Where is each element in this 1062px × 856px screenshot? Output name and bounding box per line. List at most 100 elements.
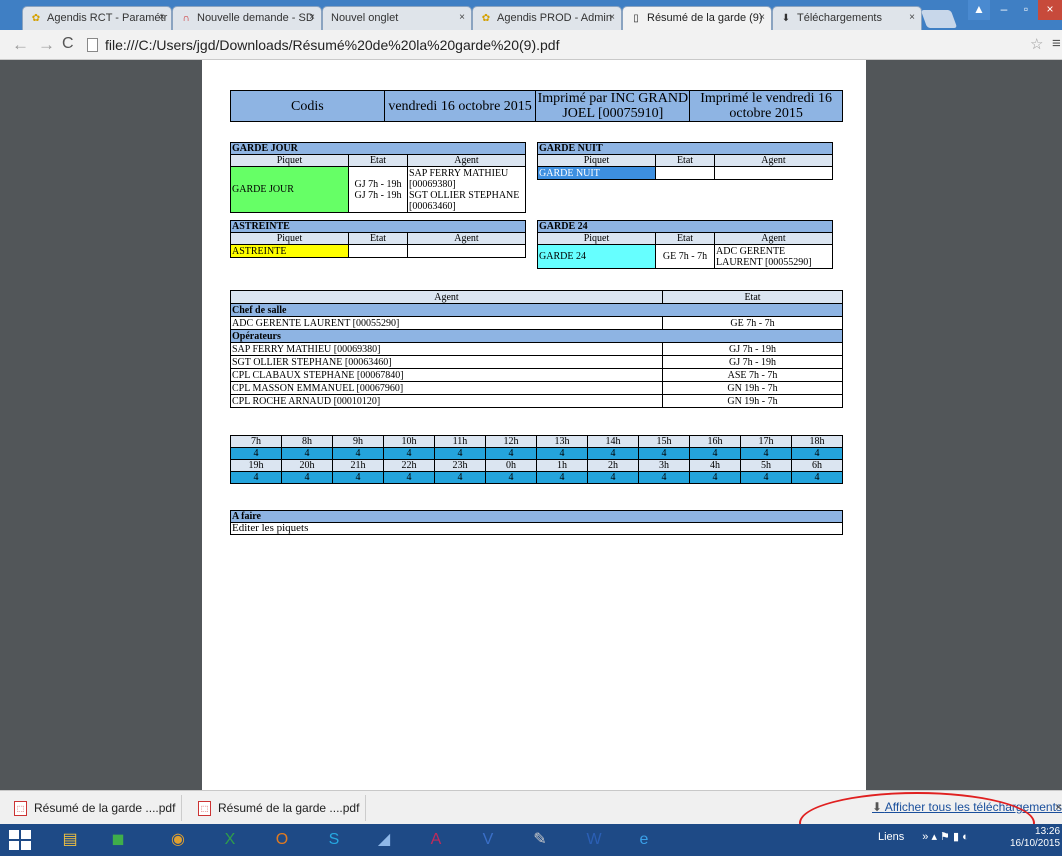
table-row: CPL MASSON EMMANUEL [00067960] GN 19h - 7… (230, 381, 843, 395)
printed-on: Imprimé le vendredi 16 octobre 2015 (689, 90, 843, 122)
agent-name: CPL CLABAUX STEPHANE [00067840] (230, 368, 663, 382)
tool-icon[interactable]: ✎ (522, 826, 558, 854)
col-header: Etat (655, 232, 715, 245)
agent-name: SGT OLLIER STEPHANE [00063460] (409, 189, 520, 212)
hour-cell: 11h (434, 435, 486, 448)
site-name: Codis (230, 90, 385, 122)
count-cell: 4 (332, 447, 384, 460)
close-icon[interactable]: × (909, 12, 915, 23)
user-icon[interactable]: ▲ (968, 0, 990, 20)
maximize-icon[interactable]: ▫ (1016, 0, 1036, 20)
garde-24-table: GARDE 24 Piquet Etat Agent GARDE 24 GE 7h -… (537, 220, 833, 269)
visio-icon[interactable]: V (470, 826, 506, 854)
count-cell: 4 (740, 447, 792, 460)
close-icon[interactable]: × (159, 12, 165, 23)
close-window-icon[interactable]: × (1038, 0, 1062, 20)
menu-icon[interactable]: ≡ (1052, 35, 1061, 52)
hours-table: 7h 8h 9h 10h 11h 12h 13h 14h 15h 16h 17h 18h 444444… (230, 435, 843, 484)
etat-value: GE 7h - 7h (662, 316, 843, 330)
agent-name: ADC GERENTE LAURENT [00055290] (714, 244, 833, 269)
hour-cell: 1h (536, 459, 588, 472)
hour-cell: 13h (536, 435, 588, 448)
tab-agendis-prod[interactable]: ✿ Agendis PROD - Admin × (472, 6, 622, 30)
minimize-icon[interactable]: – (992, 0, 1016, 20)
agendis-icon: ✿ (481, 13, 491, 24)
count-cell: 4 (638, 447, 690, 460)
count-cell: 4 (230, 447, 282, 460)
count-cell: 4 (434, 447, 486, 460)
chrome-icon[interactable]: ◉ (160, 826, 196, 854)
count-cell: 4 (791, 471, 843, 484)
download-item[interactable]: ⬚ Résumé de la garde ....pdf (6, 795, 182, 821)
browser-toolbar: ← → C file:///C:/Users/jgd/Downloads/Rés… (0, 30, 1062, 60)
close-icon[interactable]: × (309, 12, 315, 23)
etat-value: GN 19h - 7h (662, 381, 843, 395)
etat-value: GJ 7h - 19h (662, 342, 843, 356)
clock[interactable]: 13:26 16/10/2015 (1010, 826, 1060, 850)
count-cell: 4 (383, 447, 435, 460)
count-cell: 4 (230, 471, 282, 484)
windows-start-icon[interactable] (9, 830, 31, 850)
tab-resume-garde[interactable]: ▯ Résumé de la garde (9) × (622, 6, 772, 30)
internet-explorer-icon[interactable]: e (626, 826, 662, 854)
close-icon[interactable]: × (459, 12, 465, 23)
reload-icon[interactable]: C (62, 35, 74, 53)
new-tab-button[interactable] (920, 10, 958, 28)
tab-agendis-rct[interactable]: ✿ Agendis RCT - Paramétr × (22, 6, 172, 30)
printed-by: Imprimé par INC GRAND JOEL [00075910] (535, 90, 691, 122)
hour-cell: 8h (281, 435, 333, 448)
agent-name: CPL MASSON EMMANUEL [00067960] (230, 381, 663, 395)
etat-value: ASE 7h - 7h (662, 368, 843, 382)
page-icon (87, 38, 98, 52)
pdf-icon: ⬚ (14, 801, 27, 816)
tab-telechargements[interactable]: ⬇ Téléchargements × (772, 6, 922, 30)
tab-nouvelle-demande[interactable]: ∩ Nouvelle demande - SD × (172, 6, 322, 30)
hour-cell: 9h (332, 435, 384, 448)
network-app-icon[interactable]: ◢ (366, 826, 402, 854)
skype-icon[interactable]: S (316, 826, 352, 854)
store-icon[interactable]: ◼ (100, 826, 136, 854)
download-item[interactable]: ⬚ Résumé de la garde ....pdf (190, 795, 366, 821)
section-title: GARDE NUIT (537, 142, 833, 155)
etat-value: GE 7h - 7h (655, 244, 715, 269)
etat-value: GJ 7h - 19h (354, 189, 402, 201)
piquet-cell: GARDE 24 (537, 244, 656, 269)
back-icon[interactable]: ← (12, 35, 29, 55)
close-icon[interactable]: × (759, 12, 765, 23)
hour-cell: 6h (791, 459, 843, 472)
tray-links-label[interactable]: Liens (878, 831, 904, 843)
tab-nouvel-onglet[interactable]: Nouvel onglet × (322, 6, 472, 30)
hour-cell: 2h (587, 459, 639, 472)
col-header: Etat (655, 154, 715, 167)
table-row: CPL CLABAUX STEPHANE [00067840] ASE 7h - … (230, 368, 843, 382)
word-icon[interactable]: W (576, 826, 612, 854)
close-icon[interactable]: × (609, 12, 615, 23)
star-icon[interactable]: ☆ (1030, 35, 1043, 53)
hour-cell: 15h (638, 435, 690, 448)
col-header: Piquet (537, 232, 656, 245)
header-date: vendredi 16 octobre 2015 (383, 90, 537, 122)
agent-name: SAP FERRY MATHIEU [00069380] (230, 342, 663, 356)
hour-cell: 21h (332, 459, 384, 472)
close-download-bar-icon[interactable]: × (1055, 800, 1062, 814)
hour-cell: 20h (281, 459, 333, 472)
file-explorer-icon[interactable]: ▤ (52, 826, 88, 854)
hour-cell: 12h (485, 435, 537, 448)
tab-label: Agendis PROD - Admin (497, 12, 612, 24)
address-text: file:///C:/Users/jgd/Downloads/Résumé%20… (105, 37, 560, 53)
table-row: CPL ROCHE ARNAUD [00010120] GN 19h - 7h (230, 394, 843, 408)
pdf-page: Codis vendredi 16 octobre 2015 Imprimé p… (202, 60, 866, 790)
garde-nuit-table: GARDE NUIT Piquet Etat Agent GARDE NUIT (537, 142, 833, 180)
excel-icon[interactable]: X (212, 826, 248, 854)
tab-label: Résumé de la garde (9) (647, 12, 763, 24)
address-bar[interactable]: file:///C:/Users/jgd/Downloads/Résumé%20… (85, 35, 1021, 55)
outlook-icon[interactable]: O (264, 826, 300, 854)
agent-name: ADC GERENTE LAURENT [00055290] (230, 316, 663, 330)
download-icon: ⬇ (781, 13, 791, 24)
agent-name: SAP FERRY MATHIEU [00069380] (409, 167, 509, 190)
tray-icons[interactable]: » ▴ ⚑ ▮ ◐ (922, 831, 968, 843)
access-icon[interactable]: A (418, 826, 454, 854)
forward-icon[interactable]: → (38, 35, 55, 55)
section-title: GARDE JOUR (230, 142, 526, 155)
section-title: Opérateurs (230, 329, 843, 343)
